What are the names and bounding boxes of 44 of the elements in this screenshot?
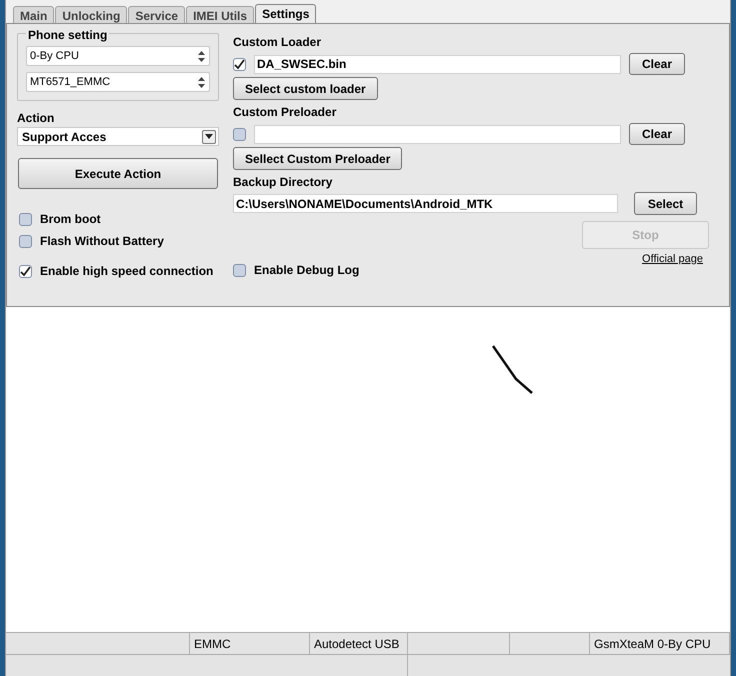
input-field[interactable]: DA_SWSEC.bin	[254, 54, 621, 74]
checkbox[interactable]	[19, 234, 32, 248]
status-text: Autodetect USB	[314, 636, 400, 652]
checkbox-label: Enable high speed connection	[40, 263, 214, 280]
official-page-link[interactable]: Official page	[642, 251, 703, 268]
input-field[interactable]	[254, 124, 621, 144]
input-field[interactable]: C:\Users\NONAME\Documents\Android_MTK	[233, 194, 618, 213]
clear-button[interactable]: Clear	[629, 123, 685, 145]
execute-action-button[interactable]: Execute Action	[18, 158, 218, 189]
checkbox-label: Brom boot	[40, 211, 101, 228]
field-label: Custom Loader	[233, 34, 322, 51]
tab[interactable]: Service	[128, 6, 186, 23]
checkbox[interactable]	[233, 128, 246, 140]
clear-button[interactable]: Clear	[629, 53, 685, 75]
spinner-arrows-icon	[198, 76, 205, 88]
checkmark-icon	[20, 266, 31, 276]
tab[interactable]: Main	[13, 6, 54, 23]
tab[interactable]: IMEI Utils	[186, 6, 254, 23]
field-label: Custom Preloader	[233, 104, 338, 121]
field-label: Backup Directory	[233, 174, 334, 191]
checkbox[interactable]	[233, 264, 246, 276]
caret-icon	[205, 134, 213, 139]
checkmark-icon	[234, 58, 245, 70]
select-value: 0-By CPU	[30, 48, 79, 64]
spinner-arrows-icon	[198, 50, 205, 62]
tab[interactable]: Settings	[255, 4, 316, 23]
checkbox-label: Enable Debug Log	[254, 262, 360, 279]
action-dropdown[interactable]: Support Acces	[17, 127, 219, 146]
checkbox[interactable]	[19, 264, 32, 278]
tab[interactable]: Unlocking	[55, 6, 128, 23]
checkbox[interactable]	[19, 212, 32, 226]
select-value: MT6571_EMMC	[30, 74, 110, 90]
scribble-drawing	[492, 345, 534, 395]
select-custom-loader-button[interactable]: Select custom loader	[233, 77, 378, 100]
status-text: GsmXteaM 0-By CPU	[594, 636, 711, 652]
action-label: Action	[17, 110, 56, 127]
status-text: EMMC	[194, 636, 231, 652]
dropdown-value: Support Acces	[22, 128, 106, 146]
checkbox-label: Flash Without Battery	[40, 233, 164, 250]
spin-select[interactable]: 0-By CPU	[26, 46, 210, 66]
select-custom-preloader-button[interactable]: Sellect Custom Preloader	[233, 147, 402, 170]
checkbox[interactable]	[233, 58, 246, 70]
spin-select[interactable]: MT6571_EMMC	[26, 72, 210, 92]
select-button[interactable]: Select	[634, 192, 697, 215]
